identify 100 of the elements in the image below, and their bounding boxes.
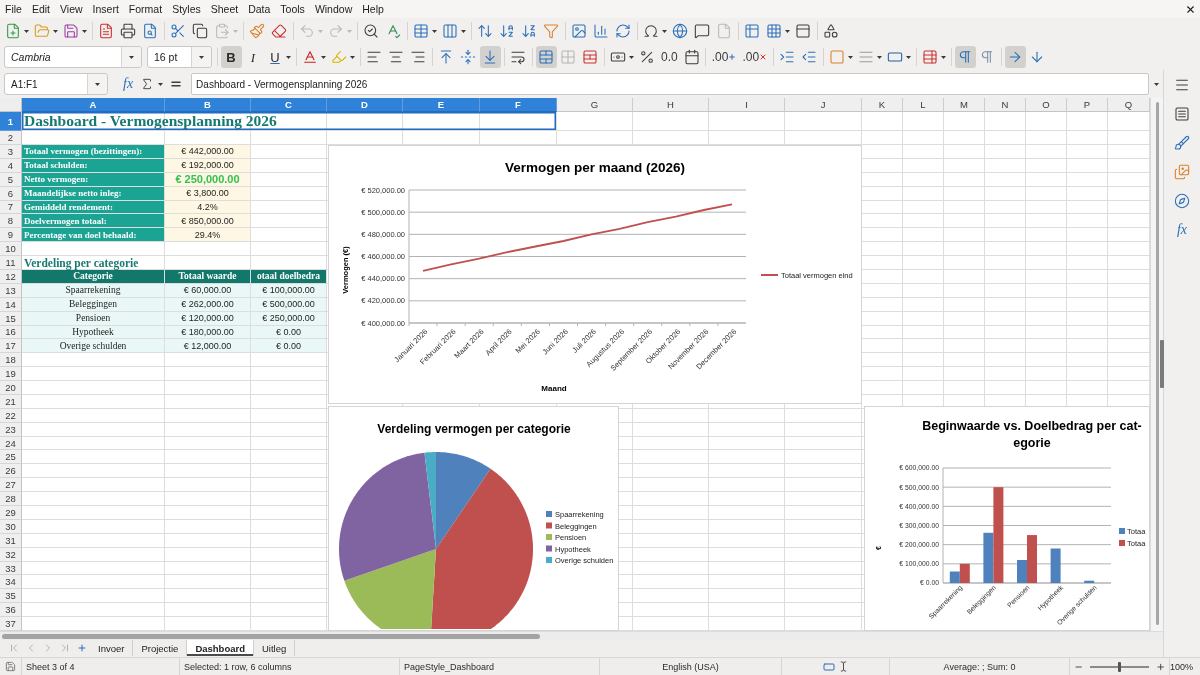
column-header[interactable]: B (165, 98, 251, 112)
row-header[interactable]: 35 (0, 589, 22, 604)
language-label[interactable]: English (USA) (662, 661, 719, 672)
split-cells-icon[interactable] (582, 49, 598, 65)
printer-icon[interactable] (120, 23, 136, 39)
column-header[interactable]: N (985, 98, 1026, 112)
column-header[interactable]: G (557, 98, 633, 112)
caret-icon[interactable] (461, 29, 466, 33)
caret-icon[interactable] (95, 82, 100, 86)
sort-descending-icon[interactable] (521, 23, 537, 39)
bold-button[interactable]: B (220, 46, 242, 68)
menu-item[interactable]: Help (357, 2, 389, 16)
caret-icon[interactable] (848, 55, 854, 59)
document-icon[interactable] (98, 23, 114, 39)
rectangle-icon[interactable] (822, 660, 835, 673)
function-wizard-button[interactable]: fx (120, 73, 137, 95)
list-box-icon[interactable] (1174, 106, 1190, 122)
zoom-slider-thumb[interactable] (1118, 661, 1121, 672)
font-size-box[interactable]: 16 pt (147, 46, 212, 68)
caret-icon[interactable] (286, 55, 291, 59)
column-header[interactable]: Q (1108, 98, 1150, 112)
vertical-scrollbar[interactable] (1150, 98, 1163, 631)
underline-button[interactable]: U (264, 46, 286, 68)
add-icon[interactable] (76, 643, 87, 653)
row-header[interactable]: 26 (0, 464, 22, 479)
row-header[interactable]: 25 (0, 450, 22, 465)
menu-item[interactable]: Format (123, 2, 168, 16)
sheet-tab[interactable]: Uitleg (254, 640, 296, 656)
delete-decimal-button[interactable]: .00 (739, 46, 771, 68)
caret-icon[interactable] (877, 55, 883, 59)
column-header[interactable]: P (1067, 98, 1108, 112)
column-header[interactable]: M (944, 98, 985, 112)
eraser-icon[interactable] (271, 23, 287, 39)
indent-decrease-icon[interactable] (801, 49, 818, 65)
omega-icon[interactable] (643, 23, 659, 39)
letter-a-icon[interactable] (302, 49, 318, 65)
sidebar-handle[interactable] (1160, 340, 1164, 388)
menu-item[interactable]: Data (243, 2, 276, 16)
row-header[interactable]: 36 (0, 603, 22, 618)
scissors-icon[interactable] (170, 23, 186, 39)
sort-ascending-icon[interactable] (499, 23, 515, 39)
panel-icon[interactable] (795, 23, 811, 39)
caret-icon[interactable] (158, 82, 164, 86)
zoom-in-icon[interactable] (1155, 661, 1165, 672)
images-icon[interactable] (1174, 164, 1190, 180)
comment-icon[interactable] (694, 23, 710, 39)
menu-item[interactable]: Window (309, 2, 358, 16)
menu-item[interactable]: Edit (26, 2, 55, 16)
calendar-icon[interactable] (683, 49, 700, 65)
paintbrush-icon[interactable] (249, 23, 265, 39)
indent-increase-icon[interactable] (779, 49, 796, 65)
caret-icon[interactable] (53, 29, 58, 33)
column-header[interactable]: A (22, 98, 165, 112)
italic-button[interactable]: I (242, 46, 264, 68)
save-icon[interactable] (5, 661, 16, 672)
font-name-box[interactable]: Cambria (4, 46, 142, 68)
row-header[interactable]: 1 (0, 112, 22, 131)
menu-icon[interactable] (1174, 77, 1190, 93)
number-format-button[interactable]: 0.0 (658, 46, 681, 68)
caret-icon[interactable] (350, 55, 355, 59)
wrap-text-icon[interactable] (510, 49, 526, 65)
caret-icon[interactable] (629, 55, 634, 59)
column-header[interactable]: K (862, 98, 903, 112)
caret-icon[interactable] (432, 29, 437, 33)
document-search-icon[interactable] (142, 23, 158, 39)
copy-icon[interactable] (192, 23, 208, 39)
column-header[interactable]: H (633, 98, 709, 112)
functions-button[interactable]: fx (1176, 222, 1188, 238)
row-header[interactable]: 11 (0, 256, 22, 270)
page-style-label[interactable]: PageStyle_Dashboard (404, 661, 495, 672)
sheet-tab[interactable]: Invoer (90, 640, 134, 656)
caret-icon[interactable] (662, 29, 667, 33)
row-header[interactable]: 2 (0, 131, 22, 145)
row-header[interactable]: 34 (0, 575, 22, 590)
column-header[interactable]: C (251, 98, 327, 112)
caret-icon[interactable] (199, 55, 204, 59)
row-header[interactable]: 29 (0, 506, 22, 520)
refresh-icon[interactable] (615, 23, 631, 39)
close-icon[interactable] (1184, 3, 1196, 15)
row-header[interactable]: 18 (0, 353, 22, 368)
brush-icon[interactable] (1174, 135, 1190, 151)
caret-icon[interactable] (1153, 82, 1159, 86)
row-header[interactable]: 8 (0, 214, 22, 229)
compass-icon[interactable] (1174, 193, 1190, 209)
column-header[interactable]: L (903, 98, 944, 112)
row-header[interactable]: 19 (0, 367, 22, 382)
row-header[interactable]: 27 (0, 478, 22, 493)
horizontal-scrollbar[interactable] (0, 631, 1163, 640)
rectangle-icon[interactable] (887, 49, 904, 65)
table-icon[interactable] (744, 23, 760, 39)
row-header[interactable]: 10 (0, 242, 22, 257)
menu-item[interactable]: View (55, 2, 88, 16)
filter-icon[interactable] (543, 23, 559, 39)
menu-item[interactable]: Styles (167, 2, 206, 16)
column-header[interactable]: I (709, 98, 785, 112)
row-header[interactable]: 9 (0, 228, 22, 243)
shapes-icon[interactable] (823, 23, 839, 39)
add-decimal-button[interactable]: .00 (708, 46, 740, 68)
caret-icon[interactable] (785, 29, 790, 33)
caret-icon[interactable] (24, 29, 29, 33)
